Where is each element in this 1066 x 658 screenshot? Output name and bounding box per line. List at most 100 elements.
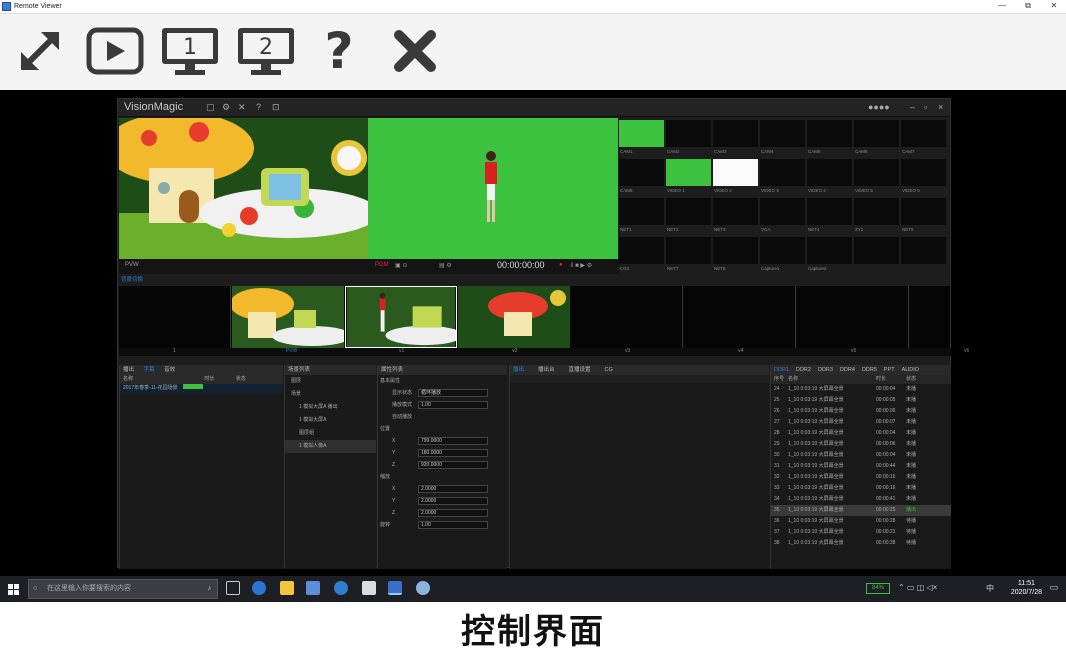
tree-item[interactable]: 1 模拟大屏A — [285, 414, 376, 427]
ime-indicator[interactable]: 中 — [986, 583, 994, 594]
monitor-1-button[interactable]: 1 — [158, 24, 222, 78]
fullscreen-button[interactable] — [12, 24, 68, 78]
property-value-field[interactable]: 1.00 — [418, 521, 488, 529]
source-tile[interactable] — [619, 120, 664, 147]
ddr-row[interactable]: 34 1_10 0:03:19 大屏幕全景 00:00:41 未播 — [771, 494, 951, 505]
source-tile[interactable] — [854, 159, 899, 186]
property-value-field[interactable]: 799.0000 — [418, 437, 488, 445]
remote-app-icon[interactable] — [416, 581, 430, 595]
system-clock[interactable]: 11:51 2020/7/28 — [1011, 579, 1042, 597]
lock-icon[interactable]: ⊡ — [272, 102, 280, 113]
tree-item[interactable]: 1 模拟大屏A 播出 — [285, 401, 376, 414]
strip-slot[interactable] — [684, 286, 796, 348]
ddr-row[interactable]: 36 1_10 0:03:19 大屏幕全景 00:00:28 待播 — [771, 516, 951, 527]
source-tile[interactable] — [619, 159, 664, 186]
ddr-tab[interactable]: DDR2 — [796, 367, 811, 373]
ddr-row[interactable]: 30 1_10 0:03:19 大屏幕全景 00:00:04 未播 — [771, 450, 951, 461]
ddr-tab[interactable]: DDR5 — [862, 367, 877, 373]
tree-item[interactable]: 1 模拟人像A — [285, 440, 376, 453]
windows-start-icon[interactable] — [8, 584, 19, 595]
strip-slot-presenter[interactable] — [345, 286, 463, 348]
center-tab[interactable]: CG — [605, 367, 613, 373]
property-value-field[interactable]: 1.00 — [418, 401, 488, 409]
source-tile[interactable] — [713, 120, 758, 147]
source-tile[interactable] — [760, 159, 805, 186]
source-tile[interactable] — [901, 159, 946, 186]
ddr-row[interactable]: 28 1_10 0:03:19 大屏幕全景 00:00:04 未播 — [771, 428, 951, 439]
strip-slot-mushroom[interactable] — [458, 286, 570, 348]
ddr-row[interactable]: 33 1_10 0:03:19 大屏幕全景 00:00:16 未播 — [771, 483, 951, 494]
source-tile[interactable] — [901, 237, 946, 264]
ddr-tab[interactable]: PPT — [884, 367, 895, 373]
audio-icon[interactable]: ▤ ⚙ — [439, 262, 452, 269]
property-value-field[interactable]: 2.0000 — [418, 509, 488, 517]
source-tile[interactable] — [760, 237, 805, 264]
tree-item[interactable]: 图层组 — [285, 427, 376, 440]
max-icon[interactable]: ▫ — [924, 102, 927, 112]
ddr-row[interactable]: 24 1_10 0:03:19 大屏幕全景 00:00:04 未播 — [771, 384, 951, 395]
ddr-row[interactable]: 26 1_10 0:03:19 大屏幕全景 00:00:06 未播 — [771, 406, 951, 417]
source-tile[interactable] — [760, 198, 805, 225]
task-view-icon[interactable] — [226, 581, 240, 595]
ddr-row[interactable]: 25 1_10 0:03:19 大屏幕全景 00:00:05 未播 — [771, 395, 951, 406]
play-button[interactable] — [84, 24, 146, 78]
battery-indicator[interactable]: 84% — [866, 583, 890, 594]
source-tile[interactable] — [807, 159, 852, 186]
ddr-row[interactable]: 31 1_10 0:03:19 大屏幕全景 00:00:44 未播 — [771, 461, 951, 472]
source-tile[interactable] — [619, 237, 664, 264]
folder-icon[interactable] — [280, 581, 294, 595]
mail-icon[interactable] — [362, 581, 376, 595]
ddr-tab[interactable]: DDR4 — [840, 367, 855, 373]
property-value-field[interactable]: 920.0000 — [418, 461, 488, 469]
source-tile[interactable] — [760, 120, 805, 147]
strip-slot[interactable] — [910, 286, 951, 348]
edge-icon[interactable] — [252, 581, 266, 595]
mic-icon[interactable]: ♪ — [208, 580, 212, 598]
taskbar-search[interactable]: ○ 在这里输入你要搜索的内容 ♪ — [28, 579, 218, 599]
tab-audio[interactable]: 音效 — [164, 367, 175, 373]
file-icon[interactable]: ▢ — [206, 102, 215, 113]
source-tile[interactable] — [854, 198, 899, 225]
tab-playout[interactable]: 播出 — [123, 367, 134, 373]
source-tile[interactable] — [666, 237, 711, 264]
source-tile[interactable] — [807, 120, 852, 147]
tab-subtitle[interactable]: 字幕 — [144, 367, 155, 373]
tree-item[interactable]: 图层 — [285, 375, 376, 388]
source-tile[interactable] — [901, 198, 946, 225]
clock-app-icon[interactable] — [334, 581, 348, 595]
transport-icons[interactable]: ‖ ■ ▶ ⚙ — [571, 262, 592, 269]
ddr-row[interactable]: 27 1_10 0:03:19 大屏幕全景 00:00:07 未播 — [771, 417, 951, 428]
tools-icon[interactable]: ✕ — [238, 102, 246, 113]
ddr-tab[interactable]: DDR1 — [774, 367, 789, 373]
source-tile[interactable] — [807, 198, 852, 225]
source-tile[interactable] — [713, 198, 758, 225]
strip-slot[interactable] — [119, 286, 231, 348]
source-tile[interactable] — [807, 237, 852, 264]
close-icon[interactable]: × — [938, 102, 943, 112]
visionmagic-taskbar-icon[interactable] — [388, 581, 402, 595]
property-value-field[interactable]: 2.0000 — [418, 485, 488, 493]
ddr-row[interactable]: 38 1_10 0:03:19 大屏幕全景 00:00:38 待播 — [771, 538, 951, 549]
source-tile[interactable] — [901, 120, 946, 147]
source-tile[interactable] — [713, 159, 758, 186]
minimize-button[interactable]: — — [990, 0, 1014, 14]
notification-icon[interactable]: ▭ — [1049, 582, 1058, 593]
source-tile[interactable] — [666, 198, 711, 225]
close-window-button[interactable]: ✕ — [1042, 0, 1066, 14]
center-tab[interactable]: 播出 — [513, 367, 524, 373]
property-value-field[interactable]: 180.0000 — [418, 449, 488, 457]
source-tile[interactable] — [666, 159, 711, 186]
ddr-tab[interactable]: AUDIO — [902, 367, 919, 373]
ddr-row[interactable]: 37 1_10 0:03:19 大屏幕全景 00:00:21 待播 — [771, 527, 951, 538]
help-button[interactable]: ? — [316, 24, 362, 78]
strip-slot[interactable] — [797, 286, 909, 348]
record-icon[interactable]: ● — [559, 262, 563, 268]
strip-slot[interactable] — [571, 286, 683, 348]
strip-slot-cartoon[interactable] — [230, 286, 352, 348]
monitor-icon[interactable]: ▣ ⊙ — [395, 262, 407, 269]
ddr-row[interactable]: 29 1_10 0:03:19 大屏幕全景 00:00:06 未播 — [771, 439, 951, 450]
property-value-field[interactable]: 2.0000 — [418, 497, 488, 505]
ddr-tab[interactable]: DDR3 — [818, 367, 833, 373]
source-tile[interactable] — [854, 237, 899, 264]
help-small-icon[interactable]: ? — [256, 102, 261, 112]
